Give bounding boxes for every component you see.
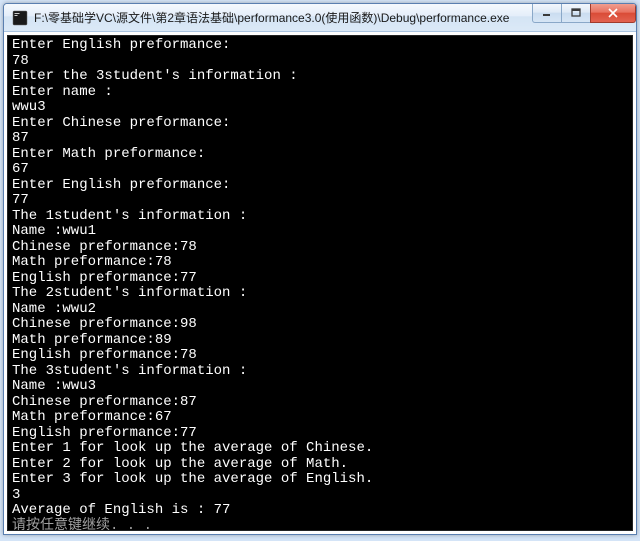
console-line: The 1student's information : [12,209,628,225]
console-line: Enter the 3student's information : [12,69,628,85]
console-line: Enter Chinese preformance: [12,116,628,132]
console-line: wwu3 [12,100,628,116]
minimize-button[interactable] [532,4,562,23]
console-output: Enter English preformance:78Enter the 3s… [12,38,628,531]
console-line: 77 [12,193,628,209]
console-line: Enter 1 for look up the average of Chine… [12,441,628,457]
minimize-icon [542,8,552,18]
window-controls [533,4,636,31]
console-line: Enter 2 for look up the average of Math. [12,457,628,473]
console-line: Math preformance:89 [12,333,628,349]
console-line: Math preformance:78 [12,255,628,271]
console-window: F:\零基础学VC\源文件\第2章语法基础\performance3.0(使用函… [3,3,637,535]
app-icon [12,10,28,26]
console-line: Enter English preformance: [12,178,628,194]
console-line: 78 [12,54,628,70]
console-line: English preformance:77 [12,426,628,442]
console-line: Enter Math preformance: [12,147,628,163]
console-line: Enter name : [12,85,628,101]
console-line: 67 [12,162,628,178]
console-line: Name :wwu3 [12,379,628,395]
console-line: Name :wwu1 [12,224,628,240]
console-line: English preformance:78 [12,348,628,364]
console-line: 3 [12,488,628,504]
console-line: 87 [12,131,628,147]
close-icon [607,8,619,18]
console-line: The 3student's information : [12,364,628,380]
console-line: English preformance:77 [12,271,628,287]
console-client-area[interactable]: Enter English preformance:78Enter the 3s… [7,35,633,531]
console-line: Average of English is : 77 [12,503,628,519]
console-line: Chinese preformance:87 [12,395,628,411]
console-line: Chinese preformance:98 [12,317,628,333]
titlebar[interactable]: F:\零基础学VC\源文件\第2章语法基础\performance3.0(使用函… [4,4,636,32]
close-button[interactable] [590,4,636,23]
console-line: Math preformance:67 [12,410,628,426]
console-line: Enter 3 for look up the average of Engli… [12,472,628,488]
maximize-icon [571,8,581,18]
window-title: F:\零基础学VC\源文件\第2章语法基础\performance3.0(使用函… [34,9,533,26]
continue-hint: 请按任意键继续. . . [12,519,628,532]
maximize-button[interactable] [561,4,591,23]
console-line: Enter English preformance: [12,38,628,54]
console-line: Chinese preformance:78 [12,240,628,256]
console-line: Name :wwu2 [12,302,628,318]
console-line: The 2student's information : [12,286,628,302]
